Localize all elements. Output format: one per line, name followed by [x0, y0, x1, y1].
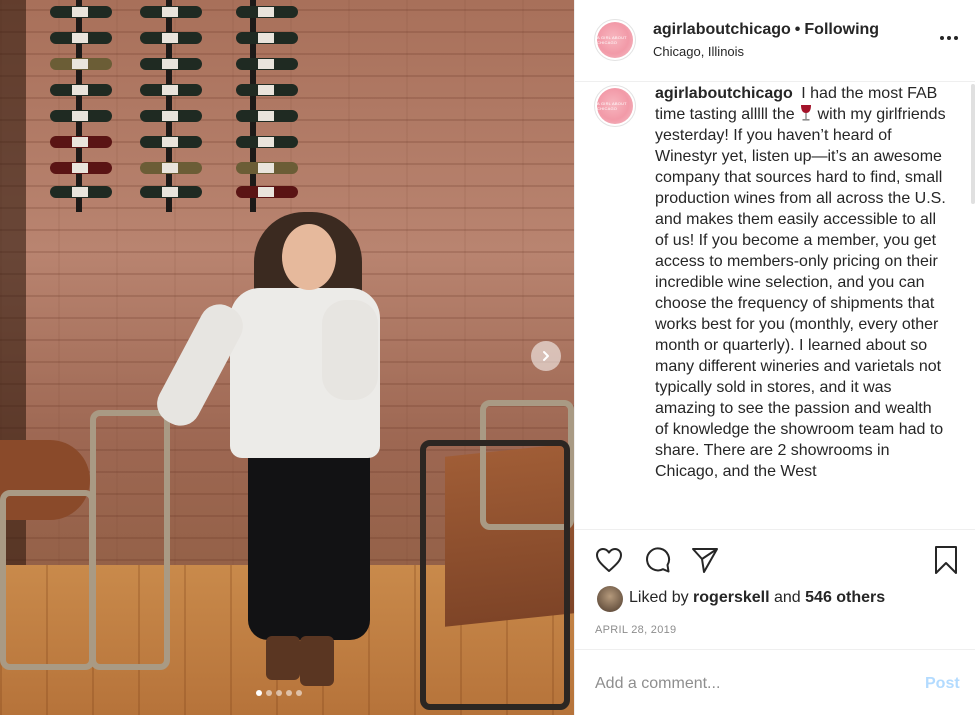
wine-bottle [50, 162, 112, 174]
wine-bottle [50, 186, 112, 198]
person-arm [322, 300, 378, 400]
wine-bottle [50, 32, 112, 44]
wine-bottle [236, 6, 298, 18]
person-boot [300, 636, 334, 686]
carousel-dots [256, 690, 302, 696]
likes-summary: Liked by rogerskell and 546 others [629, 589, 885, 607]
username-link[interactable]: agirlaboutchicago [653, 21, 791, 38]
wine-bottle [236, 136, 298, 148]
wine-bottle [236, 32, 298, 44]
likes-others-link[interactable]: 546 others [805, 589, 885, 606]
carousel-dot [256, 690, 262, 696]
post-date[interactable]: APRIL 28, 2019 [595, 624, 676, 636]
follow-button[interactable]: Following [804, 21, 879, 38]
post-actions: Liked by rogerskell and 546 others APRIL… [575, 529, 975, 649]
bookmark-icon [935, 546, 957, 574]
like-button[interactable] [593, 544, 625, 576]
comment-button[interactable] [641, 544, 673, 576]
avatar[interactable]: A GIRL ABOUT CHICAGO [594, 85, 636, 127]
scrollbar[interactable] [971, 84, 975, 204]
carousel-next-button[interactable] [531, 341, 561, 371]
comment-input[interactable] [595, 672, 895, 696]
carousel-dot [266, 690, 272, 696]
chair [90, 410, 170, 670]
carousel-dot [296, 690, 302, 696]
wine-bottle [140, 6, 202, 18]
wine-bottle [236, 110, 298, 122]
chair [420, 440, 570, 710]
chevron-right-icon [543, 351, 549, 361]
chair [0, 490, 95, 670]
location-link[interactable]: Chicago, Illinois [653, 44, 744, 59]
wine-bottle [50, 84, 112, 96]
avatar-logo: A GIRL ABOUT CHICAGO [597, 88, 633, 124]
more-options-icon[interactable] [935, 28, 963, 48]
wine-bottle [236, 186, 298, 198]
wine-bottle [50, 6, 112, 18]
wine-bottle [140, 84, 202, 96]
caption: agirlaboutchicago I had the most FAB tim… [655, 83, 947, 482]
wine-bottle [140, 110, 202, 122]
paper-plane-icon [692, 548, 718, 573]
carousel-dot [276, 690, 282, 696]
person-boot [266, 636, 300, 680]
wine-bottle [140, 32, 202, 44]
wine-bottle [140, 162, 202, 174]
wine-bottle [236, 58, 298, 70]
save-button[interactable] [930, 544, 962, 576]
caption-text: with my girlfriends yesterday! If you ha… [655, 106, 946, 480]
heart-icon [596, 548, 622, 572]
post-side-panel: A GIRL ABOUT CHICAGO agirlaboutchicago • F… [574, 0, 975, 715]
person-legs [248, 440, 370, 640]
wine-bottle [50, 110, 112, 122]
wine-glass-emoji-icon [801, 105, 812, 121]
wine-bottle [50, 58, 112, 70]
header-username-line: agirlaboutchicago • Following [653, 21, 879, 39]
avatar-logo: A GIRL ABOUT CHICAGO [597, 22, 633, 58]
likes-conjunction: and [773, 589, 801, 606]
person-face [282, 224, 336, 290]
avatar[interactable]: A GIRL ABOUT CHICAGO [594, 19, 636, 61]
post-comment-button[interactable]: Post [925, 675, 960, 693]
post-photo[interactable] [0, 0, 574, 715]
wine-bottle [140, 136, 202, 148]
post-header: A GIRL ABOUT CHICAGO agirlaboutchicago • F… [575, 0, 975, 82]
comment-form: Post [575, 649, 975, 715]
comments-area: A GIRL ABOUT CHICAGO agirlaboutchicago I… [575, 83, 975, 529]
wine-bottle [236, 162, 298, 174]
liker-avatar[interactable] [597, 586, 623, 612]
wine-bottle [236, 84, 298, 96]
separator: • [794, 21, 801, 38]
carousel-dot [286, 690, 292, 696]
wine-bottle [140, 186, 202, 198]
liker-username[interactable]: rogerskell [693, 589, 769, 606]
share-button[interactable] [689, 544, 721, 576]
wine-bottle [140, 58, 202, 70]
comment-bubble-icon [646, 547, 671, 573]
wine-bottle [50, 136, 112, 148]
likes-prefix: Liked by [629, 589, 689, 606]
caption-username[interactable]: agirlaboutchicago [655, 85, 793, 102]
